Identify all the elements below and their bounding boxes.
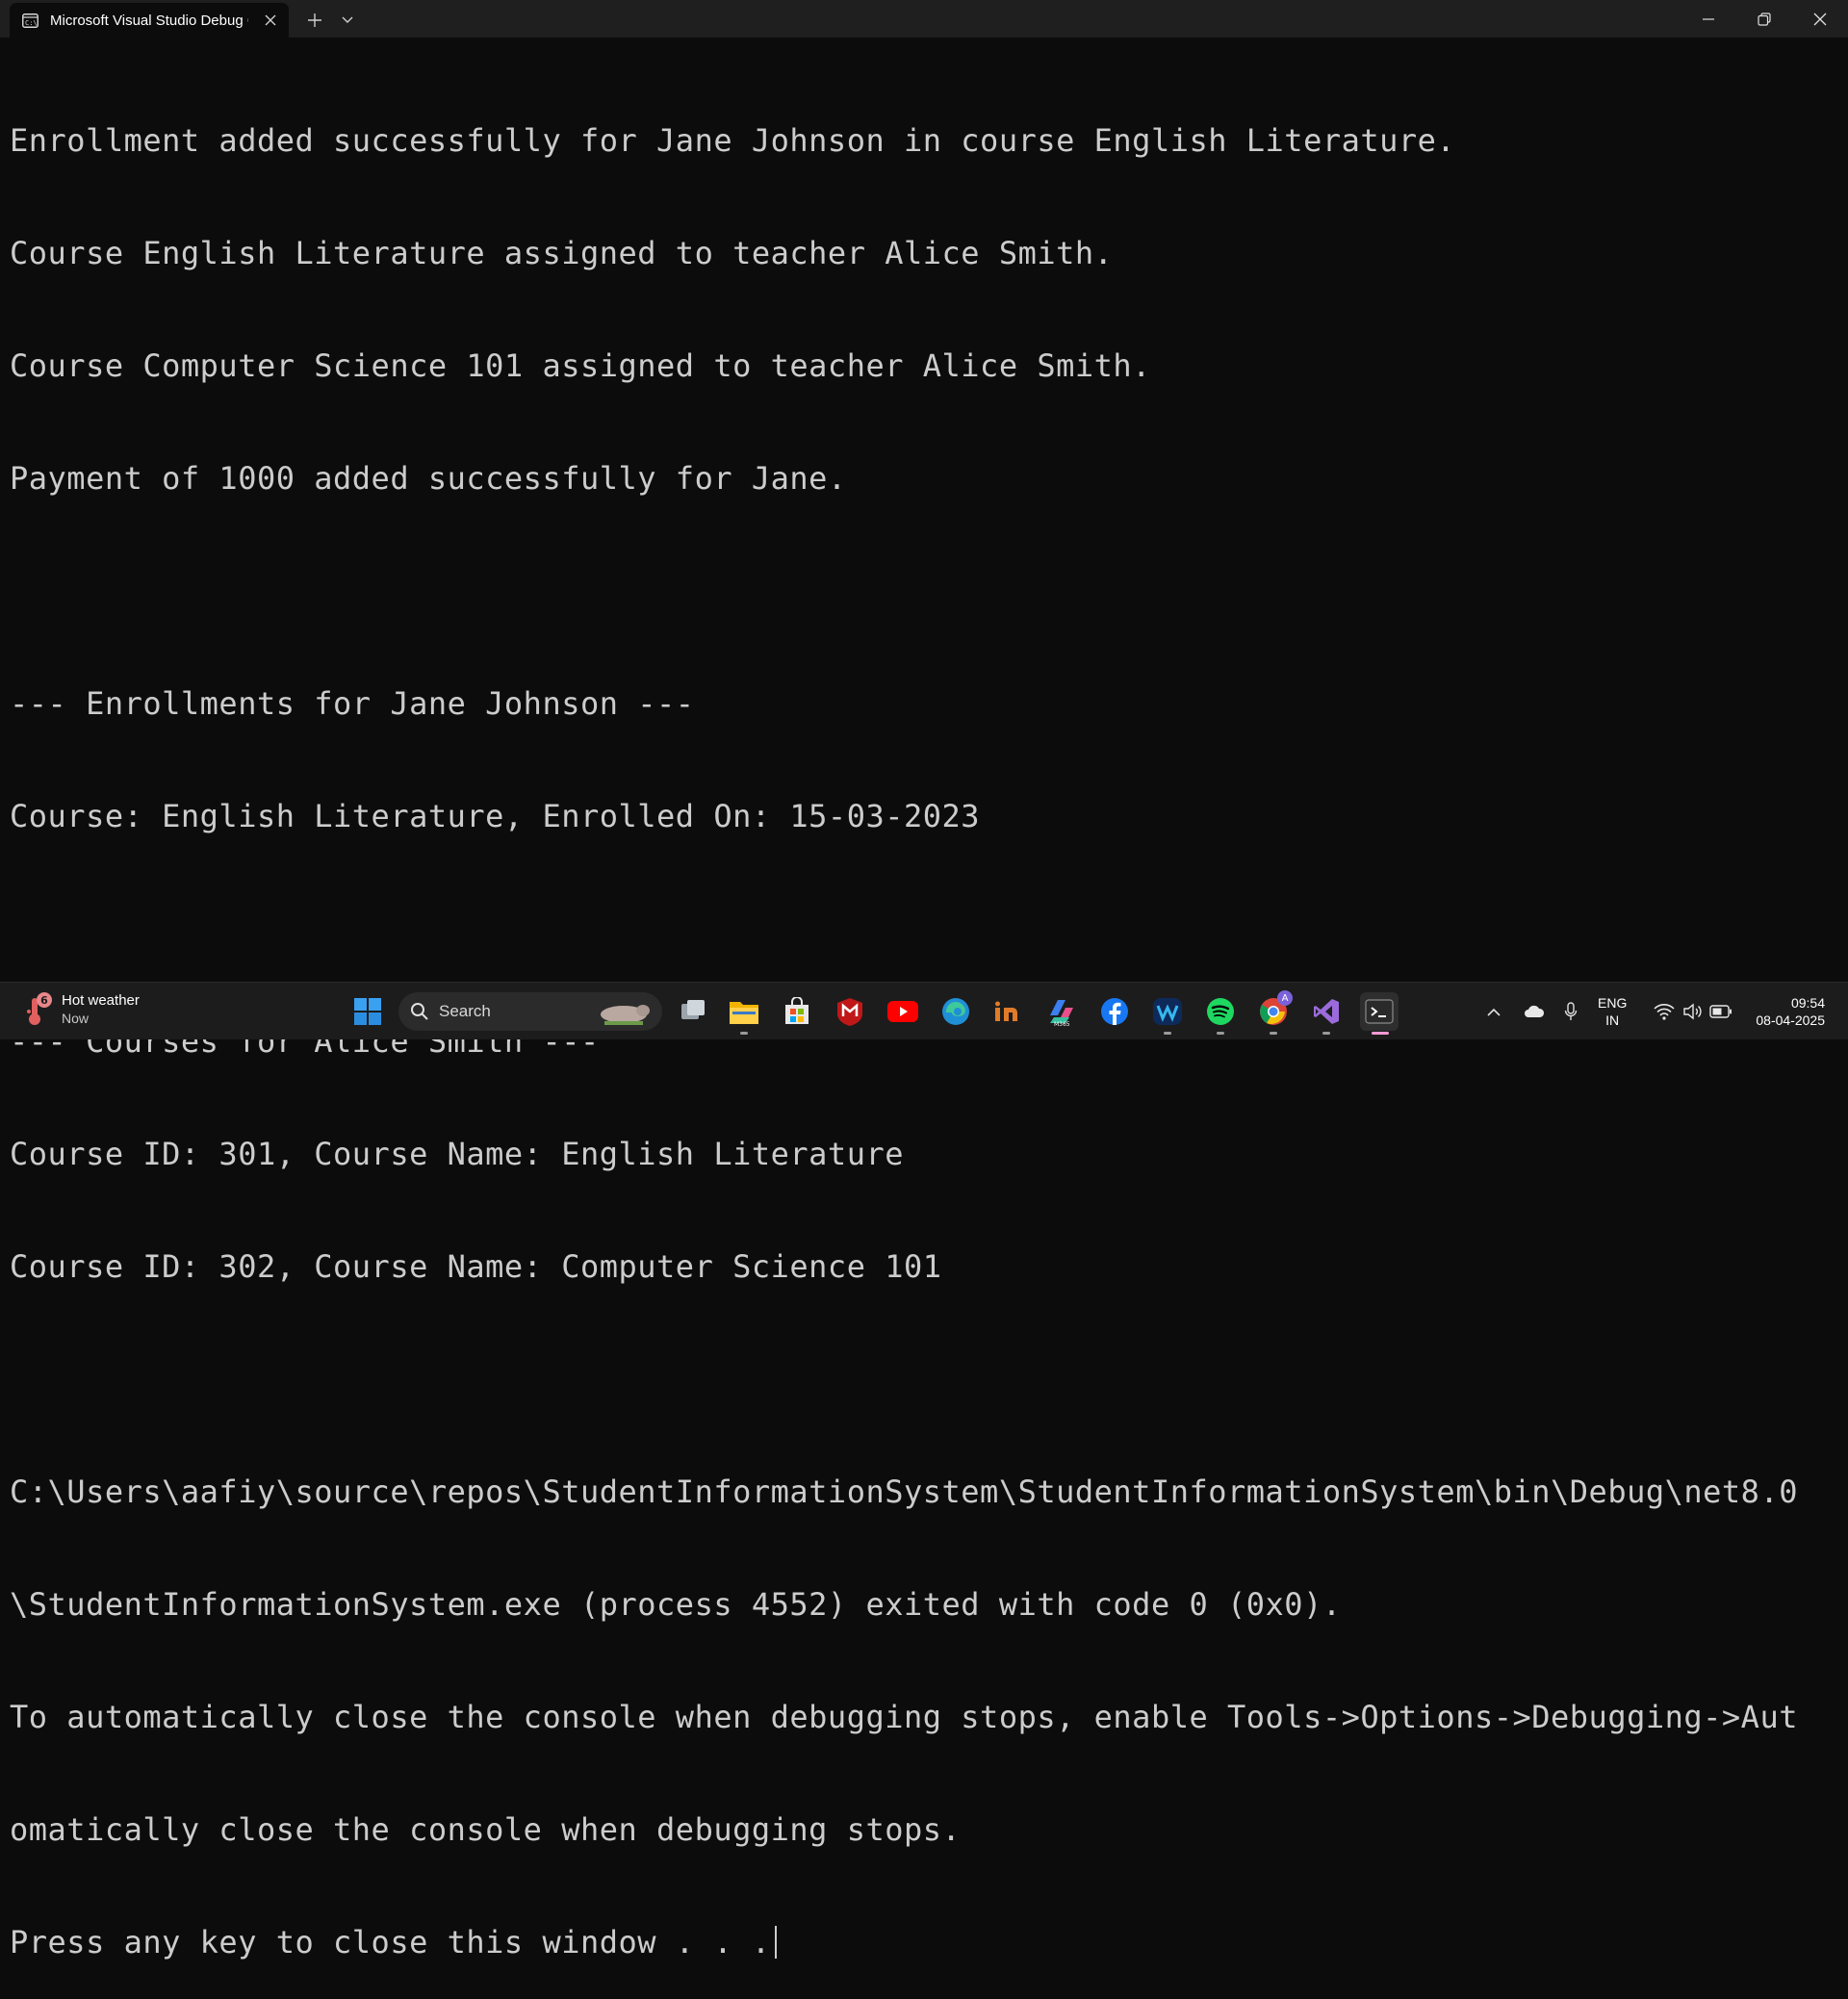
region-label: IN xyxy=(1605,1012,1620,1028)
thermometer-icon: 6 xyxy=(21,990,54,1029)
weather-widget[interactable]: 6 Hot weather Now xyxy=(21,990,140,1029)
file-explorer-icon[interactable] xyxy=(725,992,763,1035)
console-line: --- Enrollments for Jane Johnson --- xyxy=(10,685,695,722)
microsoft-store-icon[interactable] xyxy=(778,992,816,1031)
search-icon xyxy=(411,1003,428,1020)
clock-date: 08-04-2025 xyxy=(1756,1012,1825,1028)
youtube-icon[interactable] xyxy=(884,992,922,1031)
title-bar: C:\ Microsoft Visual Studio Debug Consol… xyxy=(0,0,1848,38)
language-indicator[interactable]: ENG IN xyxy=(1598,994,1627,1029)
instamojo-icon[interactable] xyxy=(989,992,1028,1031)
window-controls xyxy=(1681,0,1848,38)
new-tab-button[interactable] xyxy=(296,3,333,38)
facebook-icon[interactable] xyxy=(1095,992,1134,1031)
search-label: Search xyxy=(439,1002,491,1020)
text-cursor xyxy=(774,1926,777,1959)
search-highlight-icon xyxy=(601,1005,650,1025)
battery-icon xyxy=(1709,1005,1732,1018)
weather-badge: 6 xyxy=(37,992,52,1008)
mcafee-icon[interactable] xyxy=(831,992,869,1031)
microphone-icon[interactable] xyxy=(1561,998,1580,1025)
webex-icon[interactable] xyxy=(1148,992,1187,1035)
close-window-button[interactable] xyxy=(1792,0,1848,38)
edge-icon[interactable] xyxy=(937,992,975,1031)
console-line: Course: English Literature, Enrolled On:… xyxy=(10,798,981,834)
console-line: Course English Literature assigned to te… xyxy=(10,235,1114,271)
chrome-profile-badge: A xyxy=(1277,990,1293,1006)
minimize-button[interactable] xyxy=(1681,0,1736,38)
tab-dropdown-button[interactable] xyxy=(333,3,362,38)
console-line: Enrollment added successfully for Jane J… xyxy=(10,122,1456,159)
console-line: C:\Users\aafiy\source\repos\StudentInfor… xyxy=(10,1474,1798,1510)
svg-text:C:\: C:\ xyxy=(25,19,38,27)
tab-title: Microsoft Visual Studio Debug Console xyxy=(50,12,248,29)
console-tab[interactable]: C:\ Microsoft Visual Studio Debug Consol… xyxy=(10,3,289,38)
clock-time: 09:54 xyxy=(1790,995,1825,1011)
console-prompt-text: Press any key to close this window . . . xyxy=(10,1924,771,1961)
console-output[interactable]: Enrollment added successfully for Jane J… xyxy=(10,47,1838,1961)
chrome-icon[interactable]: A xyxy=(1254,990,1293,1035)
windows-start-icon[interactable] xyxy=(348,992,387,1031)
terminal-icon[interactable] xyxy=(1360,992,1399,1035)
onedrive-cloud-icon[interactable] xyxy=(1523,998,1546,1025)
console-line: Course Computer Science 101 assigned to … xyxy=(10,347,1151,384)
taskbar: 6 Hot weather Now Search M365 A ENG IN 0… xyxy=(0,982,1848,1039)
spotify-icon[interactable] xyxy=(1201,992,1240,1035)
svg-text:M365: M365 xyxy=(1054,1021,1070,1027)
copilot-m365-icon[interactable]: M365 xyxy=(1042,992,1081,1031)
close-tab-icon[interactable] xyxy=(262,12,279,29)
restore-button[interactable] xyxy=(1736,0,1792,38)
console-line: Payment of 1000 added successfully for J… xyxy=(10,460,847,497)
weather-title: Hot weather xyxy=(62,992,140,1009)
quick-settings[interactable] xyxy=(1650,998,1736,1025)
chevron-down-icon xyxy=(342,16,353,23)
volume-icon xyxy=(1683,1003,1702,1020)
weather-subtitle: Now xyxy=(62,1011,90,1026)
language-label: ENG xyxy=(1598,995,1628,1011)
task-view-icon[interactable] xyxy=(674,992,712,1031)
console-line: Course ID: 302, Course Name: Computer Sc… xyxy=(10,1248,942,1285)
console-line: \StudentInformationSystem.exe (process 4… xyxy=(10,1586,1342,1623)
visual-studio-icon[interactable] xyxy=(1307,992,1346,1035)
console-line: omatically close the console when debugg… xyxy=(10,1811,962,1848)
clock[interactable]: 09:54 08-04-2025 xyxy=(1756,994,1825,1029)
console-app-icon: C:\ xyxy=(21,13,38,28)
console-prompt-line: Press any key to close this window . . . xyxy=(10,1924,1838,1961)
taskbar-search-box[interactable]: Search xyxy=(398,992,662,1031)
console-line: To automatically close the console when … xyxy=(10,1699,1798,1735)
wifi-icon xyxy=(1654,1004,1675,1020)
console-line: Course ID: 301, Course Name: English Lit… xyxy=(10,1136,904,1172)
show-hidden-icons-chevron-up-icon[interactable] xyxy=(1484,998,1503,1025)
